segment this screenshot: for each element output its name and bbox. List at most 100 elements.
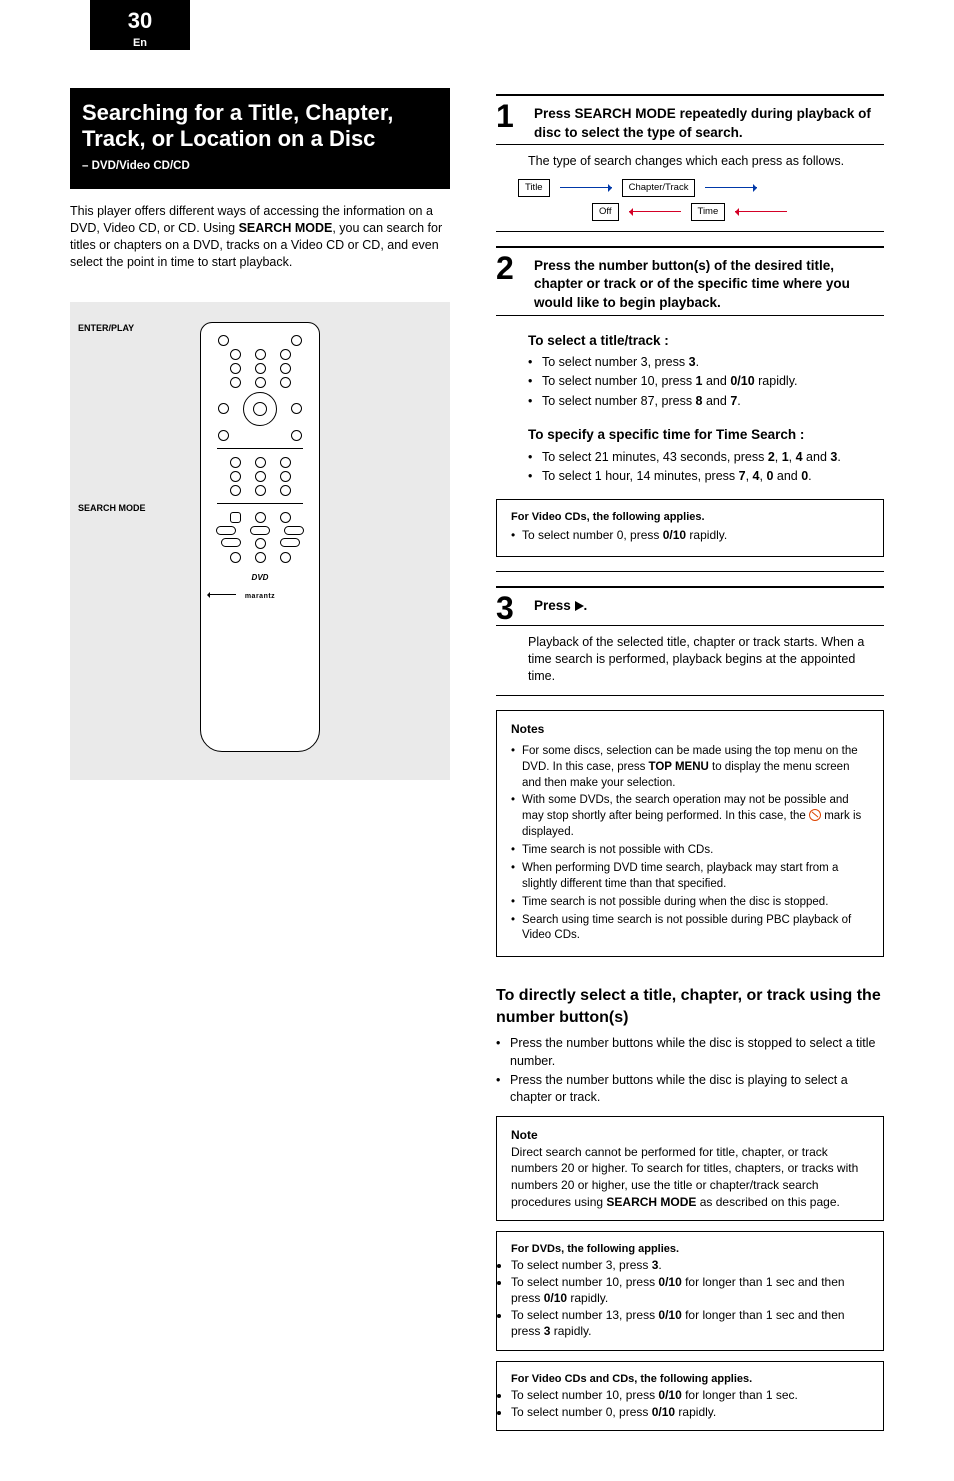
key: 4 — [796, 450, 803, 464]
diagram-box-time: Time — [691, 203, 726, 221]
notes-head: Notes — [511, 721, 869, 738]
remote-btn — [255, 471, 266, 482]
direct-dvd-box: For DVDs, the following applies. To sele… — [496, 1231, 884, 1351]
step-2-head: 2 Press the number button(s) of the desi… — [496, 254, 884, 313]
remote-illustration: ENTER/PLAY SEARCH MODE DVD — [70, 302, 450, 780]
section-subtitle: – DVD/Video CD/CD — [82, 159, 438, 175]
list-item: To select number 10, press 0/10 for long… — [511, 1274, 869, 1307]
key: 7 — [739, 469, 746, 483]
rule — [496, 571, 884, 572]
remote-btn — [280, 485, 291, 496]
remote-divider — [217, 448, 303, 449]
t: To select number 10, press — [542, 374, 696, 388]
step-1-head: 1 Press SEARCH MODE repeatedly during pl… — [496, 102, 884, 142]
remote-btn — [230, 471, 241, 482]
t: To select number 3, press — [542, 355, 689, 369]
remote-brand: marantz — [245, 592, 275, 602]
t: rapidly. — [686, 528, 727, 542]
step-number: 3 — [496, 594, 526, 623]
label-search-mode: SEARCH MODE — [78, 502, 146, 514]
notes-box: Notes For some discs, selection can be m… — [496, 710, 884, 957]
t: rapidly. — [550, 1324, 591, 1338]
t: Press — [534, 106, 575, 121]
search-mode-diagram: Title Chapter/Track Off Time — [518, 179, 884, 221]
step-number: 2 — [496, 254, 526, 283]
direct-search-heading: To directly select a title, chapter, or … — [496, 985, 884, 1029]
remote-btn — [230, 485, 241, 496]
diagram-box-chapter: Chapter/Track — [622, 179, 696, 197]
remote-btn — [230, 512, 241, 523]
arrow-left-icon — [629, 211, 681, 212]
key: 2 — [768, 450, 775, 464]
remote-btn — [255, 457, 266, 468]
rule — [496, 231, 884, 232]
remote-dvd-logo: DVD — [252, 572, 269, 583]
step-3-body: Playback of the selected title, chapter … — [528, 634, 884, 686]
remote-btn — [230, 552, 241, 563]
step-1-title: Press SEARCH MODE repeatedly during play… — [534, 102, 884, 142]
remote-btn — [280, 512, 291, 523]
list-item: To select number 3, press 3. — [528, 354, 884, 371]
subhead-time-search: To specify a specific time for Time Sear… — [528, 426, 884, 445]
list-item: For some discs, selection can be made us… — [511, 744, 869, 792]
remote-btn — [280, 377, 291, 388]
key: 0/10 — [658, 1275, 681, 1289]
remote-btn — [255, 512, 266, 523]
direct-vcd-box: For Video CDs and CDs, the following app… — [496, 1361, 884, 1431]
list-item: To select number 0, press 0/10 rapidly. — [511, 527, 869, 544]
t: and — [703, 374, 731, 388]
remote-btn — [255, 363, 266, 374]
t: Press — [534, 598, 575, 613]
step-3-title: Press . — [534, 594, 587, 616]
remote-divider — [217, 503, 303, 504]
key: 0/10 — [652, 1405, 675, 1419]
remote-btn — [230, 349, 241, 360]
remote-btn — [230, 363, 241, 374]
list-item: When performing DVD time search, playbac… — [511, 861, 869, 893]
t: rapidly. — [755, 374, 798, 388]
t: To select 1 hour, 14 minutes, press — [542, 469, 739, 483]
rule — [496, 695, 884, 696]
t: To select 21 minutes, 43 seconds, press — [542, 450, 768, 464]
direct-note-box: Note Direct search cannot be performed f… — [496, 1116, 884, 1221]
diagram-box-title: Title — [518, 179, 550, 197]
list-item: Time search is not possible with CDs. — [511, 843, 869, 859]
page-lang: En — [133, 37, 147, 49]
arrow-right-icon — [560, 187, 612, 188]
list-item: To select number 0, press 0/10 rapidly. — [511, 1404, 869, 1421]
play-icon — [575, 601, 584, 611]
t: To select number 10, press — [511, 1275, 658, 1289]
rule — [496, 315, 884, 316]
t: SEARCH MODE — [575, 106, 676, 121]
key: 0/10 — [658, 1388, 681, 1402]
t: as described on this page. — [696, 1195, 839, 1209]
remote-btn — [230, 457, 241, 468]
remote-btn — [255, 349, 266, 360]
t: To select number 3, press — [511, 1258, 652, 1272]
remote-side-labels: ENTER/PLAY SEARCH MODE — [78, 322, 146, 515]
diagram-box-off: Off — [592, 203, 619, 221]
rule — [496, 625, 884, 626]
page-tab: 30 En — [90, 0, 190, 50]
remote-btn — [255, 538, 266, 549]
left-column: Searching for a Title, Chapter, Track, o… — [70, 88, 450, 1441]
t: rapidly. — [675, 1405, 716, 1419]
key: 1 — [782, 450, 789, 464]
remote-btn — [280, 457, 291, 468]
remote-btn — [218, 335, 229, 346]
remote-body: DVD marantz — [200, 322, 320, 752]
list-item: To select number 10, press 0/10 for long… — [511, 1387, 869, 1404]
t: , — [789, 450, 796, 464]
callout-arrow — [210, 594, 236, 595]
vcd-zero-note: For Video CDs, the following applies. To… — [496, 499, 884, 557]
arrow-left-icon — [735, 211, 787, 212]
remote-btn — [280, 552, 291, 563]
remote-btn — [255, 377, 266, 388]
list-item: Search using time search is not possible… — [511, 913, 869, 945]
intro-paragraph: This player offers different ways of acc… — [70, 203, 450, 272]
remote-btn — [216, 526, 236, 535]
key: TOP MENU — [649, 761, 709, 773]
t: rapidly. — [567, 1291, 608, 1305]
direct-vcd-head: For Video CDs and CDs, the following app… — [511, 1372, 869, 1387]
remote-btn — [218, 430, 229, 441]
